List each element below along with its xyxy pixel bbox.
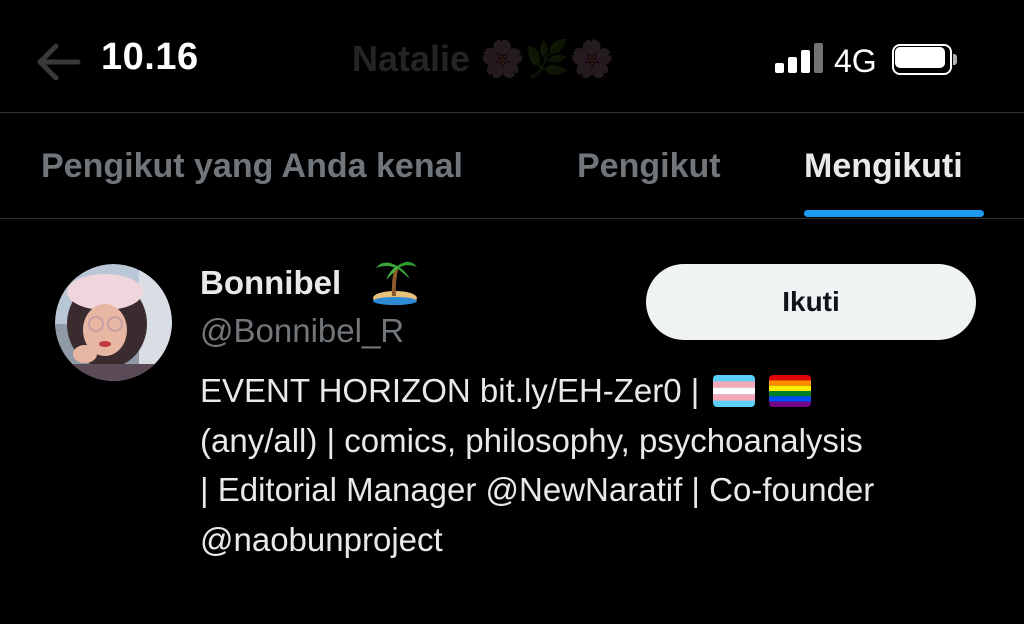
- active-tab-indicator: [804, 210, 984, 217]
- status-bar: 10.16 Natalie 🌸🌿🌸 4G: [0, 0, 1024, 112]
- bio-line: (any/all) | comics, philosophy, psychoan…: [200, 421, 863, 459]
- bio-line[interactable]: @naobunproject: [200, 515, 990, 565]
- rainbow-flag-icon: [769, 375, 812, 407]
- user-bio: EVENT HORIZON bit.ly/EH-Zer0 | (any/all)…: [200, 366, 990, 564]
- screen: 10.16 Natalie 🌸🌿🌸 4G Pengikut yang Anda …: [0, 0, 1024, 624]
- follow-button[interactable]: Ikuti: [646, 264, 976, 340]
- tab-bar: Pengikut yang Anda kenal Pengikut Mengik…: [0, 113, 1024, 217]
- user-display-name[interactable]: Bonnibel: [200, 264, 341, 302]
- tab-followers[interactable]: Pengikut: [577, 147, 721, 186]
- bio-line-text[interactable]: EVENT HORIZON bit.ly/EH-Zer0 |: [200, 372, 699, 409]
- tabs-divider: [0, 218, 1024, 219]
- header-title: Natalie 🌸🌿🌸: [352, 38, 615, 79]
- tab-following[interactable]: Mengikuti: [804, 147, 963, 186]
- network-type: 4G: [834, 43, 877, 79]
- desert-island-icon: [373, 261, 417, 305]
- tab-followers-you-know[interactable]: Pengikut yang Anda kenal: [41, 147, 463, 186]
- user-handle[interactable]: @Bonnibel_R: [200, 312, 404, 350]
- status-time: 10.16: [101, 36, 199, 78]
- user-list-item[interactable]: Bonnibel @Bonnibel_R Ikuti EVENT HORIZON…: [0, 220, 1024, 624]
- bio-line: EVENT HORIZON bit.ly/EH-Zer0 |: [200, 366, 990, 416]
- cellular-signal-icon: [775, 43, 823, 73]
- bio-line[interactable]: | Editorial Manager @NewNaratif | Co-fou…: [200, 465, 990, 515]
- avatar[interactable]: [55, 264, 172, 381]
- back-arrow-icon[interactable]: [34, 40, 82, 84]
- battery-icon: [892, 44, 958, 75]
- transgender-flag-icon: [713, 375, 756, 407]
